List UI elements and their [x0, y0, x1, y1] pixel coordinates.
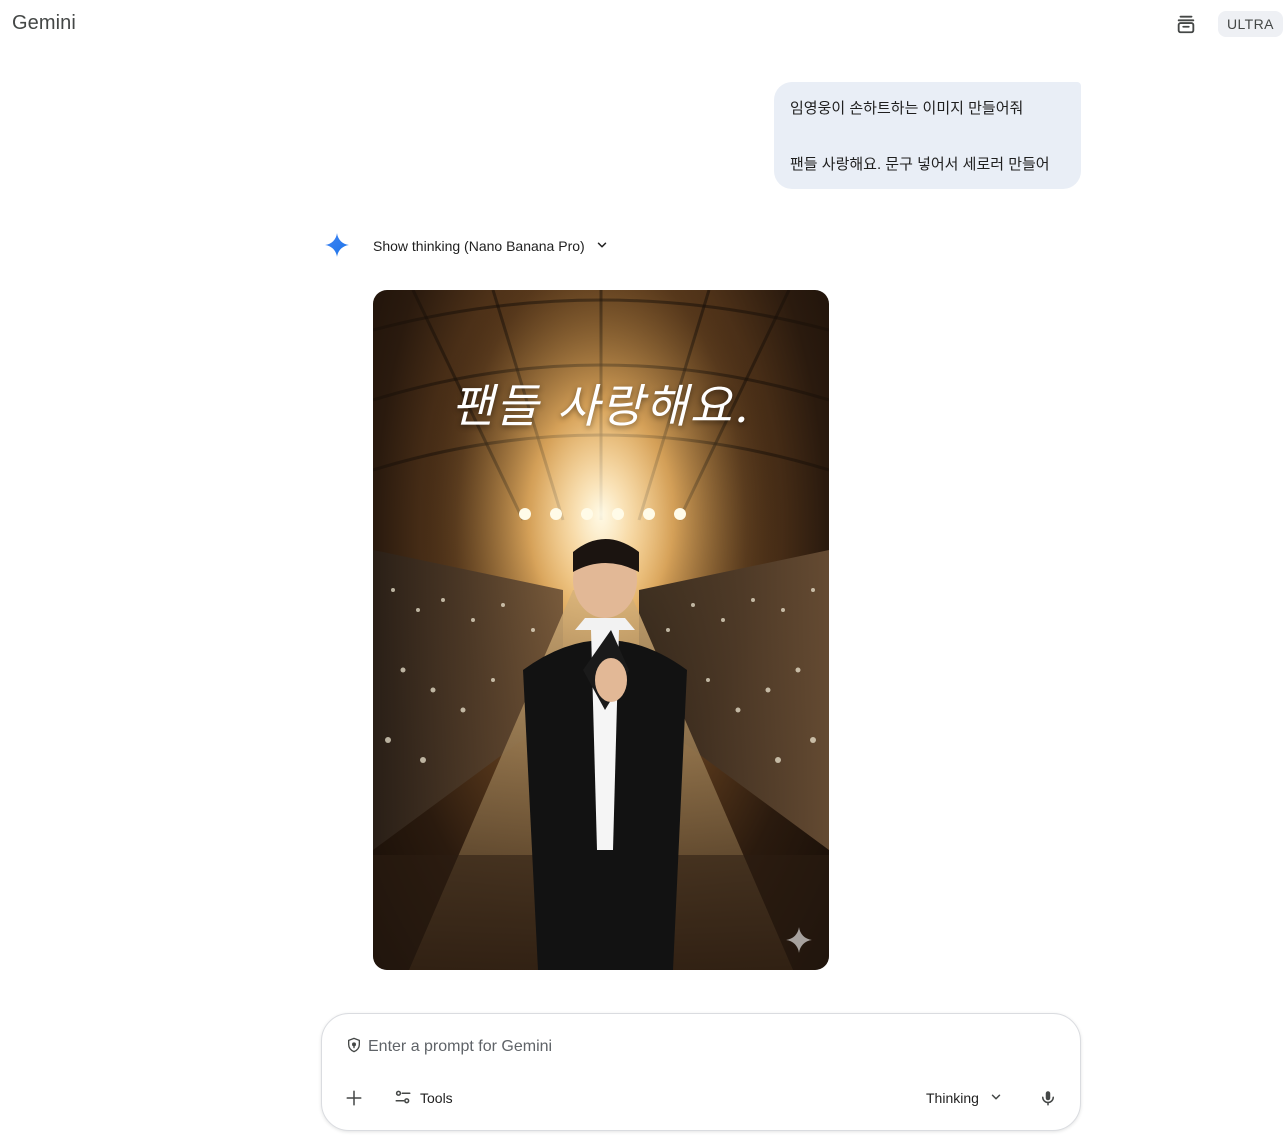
- show-thinking-toggle[interactable]: Show thinking (Nano Banana Pro): [373, 236, 609, 256]
- prompt-composer: Tools Thinking: [321, 1013, 1081, 1131]
- mode-selector[interactable]: Thinking: [926, 1087, 1003, 1109]
- prompt-input[interactable]: [368, 1038, 968, 1056]
- chevron-down-icon: [989, 1090, 1003, 1107]
- microphone-icon: [1042, 1091, 1054, 1106]
- mode-label: Thinking: [926, 1090, 979, 1106]
- tools-button[interactable]: Tools: [394, 1087, 453, 1109]
- tools-icon: [394, 1088, 412, 1109]
- shield-icon: [346, 1037, 362, 1058]
- user-message-line: 팬들 사랑해요. 문구 넣어서 세로러 만들어: [790, 156, 1050, 173]
- plan-badge[interactable]: ULTRA: [1218, 11, 1283, 37]
- incognito-chat-icon[interactable]: [1174, 12, 1198, 36]
- add-attachment-button[interactable]: [342, 1086, 366, 1110]
- app-title[interactable]: Gemini: [12, 12, 76, 35]
- user-message-line: 임영웅이 손하트하는 이미지 만들어줘: [790, 100, 1024, 117]
- tools-label: Tools: [420, 1090, 453, 1106]
- user-message-bubble: 임영웅이 손하트하는 이미지 만들어줘 팬들 사랑해요. 문구 넣어서 세로러 …: [774, 82, 1081, 189]
- microphone-button[interactable]: [1036, 1086, 1060, 1110]
- gemini-spark-watermark: [785, 926, 813, 954]
- image-caption-text: 팬들 사랑해요.: [451, 379, 751, 433]
- plus-icon: [346, 1090, 362, 1106]
- chevron-down-icon: [595, 238, 609, 255]
- generated-image[interactable]: 팬들 사랑해요.: [373, 290, 829, 970]
- show-thinking-label: Show thinking (Nano Banana Pro): [373, 238, 585, 254]
- prompt-input-row: [346, 1036, 968, 1058]
- gemini-spark-icon: [324, 232, 350, 258]
- gemini-chat-page: Gemini ULTRA 임영웅이 손하트하는 이미지 만들어줘 팬들 사랑해요…: [0, 0, 1286, 1139]
